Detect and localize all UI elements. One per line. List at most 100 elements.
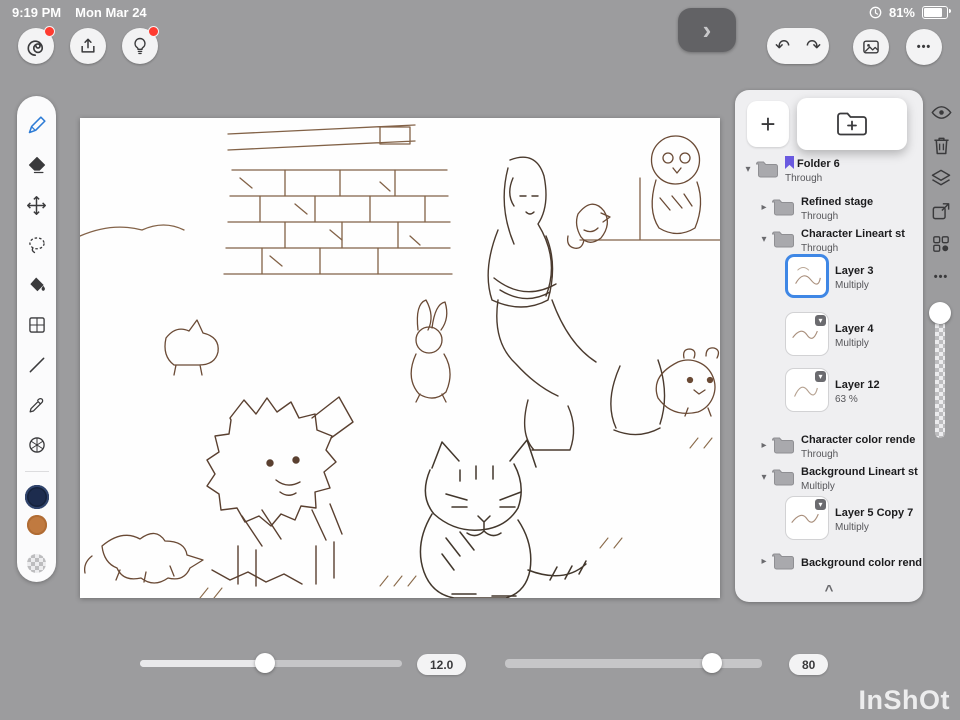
layer-row[interactable]: ▸ Refined stage Through bbox=[757, 192, 943, 223]
battery-percent: 81% bbox=[888, 4, 915, 20]
layer-thumbnail[interactable]: ▾ bbox=[785, 496, 829, 540]
lightbulb-icon bbox=[130, 36, 150, 56]
chevron-icon[interactable]: ▸ bbox=[757, 440, 771, 451]
tool-pen[interactable] bbox=[22, 105, 52, 145]
layer-name: Character Lineart st bbox=[801, 228, 905, 240]
tool-lasso[interactable] bbox=[22, 225, 52, 265]
undo-button[interactable]: ↶ bbox=[767, 36, 798, 57]
brush-library-button[interactable] bbox=[18, 26, 55, 64]
redo-button[interactable]: ↷ bbox=[798, 36, 829, 57]
layer-thumbnail[interactable]: ▾ bbox=[785, 368, 829, 412]
layer-row[interactable]: ▸ Background color rend bbox=[757, 552, 943, 571]
clock-icon bbox=[869, 6, 882, 19]
brush-size-value: 12.0 bbox=[417, 654, 467, 675]
transfer-layer-icon[interactable] bbox=[930, 201, 952, 221]
tool-move[interactable] bbox=[22, 185, 52, 225]
brush-size-knob[interactable] bbox=[255, 653, 275, 673]
inshot-watermark: InShOt bbox=[858, 685, 950, 715]
chevron-icon[interactable]: ▾ bbox=[757, 472, 771, 483]
folder-icon bbox=[771, 198, 795, 217]
chevron-icon[interactable]: ▸ bbox=[757, 202, 771, 213]
blend-mode: Multiply bbox=[835, 521, 869, 533]
layer-row[interactable]: ▾ Background Lineart st Multiply bbox=[757, 462, 943, 493]
add-folder-button[interactable] bbox=[797, 98, 907, 150]
status-time: 9:19 PM bbox=[12, 4, 62, 20]
visibility-eye-icon[interactable] bbox=[930, 102, 952, 122]
chevron-icon[interactable]: ▾ bbox=[757, 234, 771, 245]
clipping-badge-icon: ▾ bbox=[815, 371, 826, 382]
tips-button[interactable] bbox=[122, 26, 159, 64]
blend-mode: Through bbox=[801, 449, 839, 460]
layers-panel: + ▾ Folder 6 Through ▸ Refined stage Thr… bbox=[735, 90, 923, 602]
brush-opacity-knob[interactable] bbox=[702, 653, 722, 673]
brush-opacity-slider[interactable] bbox=[505, 659, 762, 668]
layer-name: Character color rende bbox=[801, 434, 916, 446]
layer-name: Layer 4 bbox=[835, 322, 874, 335]
scroll-up-chevron[interactable]: ^ bbox=[735, 582, 923, 599]
divider bbox=[24, 471, 49, 472]
layer-row[interactable]: ▾ Folder 6 Through bbox=[741, 154, 927, 185]
tool-eraser[interactable] bbox=[22, 145, 52, 185]
folder-tag-icon bbox=[785, 156, 794, 169]
layer-name: Background color rend bbox=[801, 556, 923, 569]
secondary-color-swatch[interactable] bbox=[26, 515, 47, 535]
folder-icon bbox=[771, 230, 795, 249]
plus-icon: + bbox=[760, 108, 776, 139]
tool-sidebar bbox=[17, 96, 56, 582]
tool-line[interactable] bbox=[22, 345, 52, 385]
layer-name: Refined stage bbox=[801, 196, 874, 208]
layer-opacity: 63 % bbox=[835, 393, 858, 405]
blend-mode: Multiply bbox=[835, 279, 869, 291]
layer-name: Background Lineart st bbox=[801, 466, 918, 478]
chevron-right-icon: › bbox=[702, 15, 712, 45]
layer-row[interactable]: ▸ Character color rende Through bbox=[757, 430, 943, 461]
layer-thumbnail[interactable]: ▾ bbox=[785, 312, 829, 356]
canvas-artwork bbox=[80, 124, 720, 598]
folder-icon bbox=[771, 436, 795, 455]
blend-mode: Multiply bbox=[835, 337, 869, 349]
status-date: Mon Mar 24 bbox=[75, 4, 147, 20]
panel-handle[interactable]: › bbox=[678, 8, 736, 52]
opacity-slider-track[interactable] bbox=[935, 316, 945, 438]
layer-opacity-slider[interactable] bbox=[928, 302, 952, 440]
layer-more-button[interactable]: ••• bbox=[930, 267, 952, 287]
layer-row[interactable]: ▾ Layer 5 Copy 7 Multiply bbox=[785, 496, 960, 540]
blend-mode: Through bbox=[801, 211, 839, 222]
folder-icon bbox=[771, 552, 795, 571]
export-button[interactable] bbox=[70, 28, 106, 64]
add-layer-button[interactable]: + bbox=[747, 101, 789, 147]
layer-name: Layer 3 bbox=[835, 264, 874, 277]
battery-icon bbox=[922, 5, 951, 19]
layer-row[interactable]: ▾ Character Lineart st Through bbox=[757, 224, 943, 255]
folder-icon bbox=[771, 468, 795, 487]
chevron-icon[interactable]: ▸ bbox=[757, 556, 771, 567]
layer-thumbnail[interactable] bbox=[785, 254, 829, 298]
tool-fill[interactable] bbox=[22, 265, 52, 305]
status-bar: 9:19 PM Mon Mar 24 81% bbox=[0, 0, 960, 24]
notification-dot bbox=[44, 26, 55, 37]
notification-dot bbox=[148, 26, 159, 37]
clipping-badge-icon: ▾ bbox=[815, 315, 826, 326]
tool-eyedropper[interactable] bbox=[22, 385, 52, 425]
clipping-badge-icon: ▾ bbox=[815, 499, 826, 510]
ellipsis-icon: ••• bbox=[916, 41, 932, 53]
tool-symmetry[interactable] bbox=[22, 425, 52, 465]
primary-color-swatch[interactable] bbox=[24, 485, 49, 509]
layer-name: Folder 6 bbox=[785, 156, 840, 170]
gallery-button[interactable] bbox=[853, 29, 889, 65]
drawing-canvas[interactable] bbox=[80, 118, 720, 598]
export-icon bbox=[78, 36, 98, 56]
transparent-color-swatch[interactable] bbox=[27, 554, 46, 573]
flatten-layers-icon[interactable] bbox=[930, 168, 952, 188]
folder-icon bbox=[755, 160, 779, 179]
blend-mode: Through bbox=[785, 173, 823, 184]
app-screen: 9:19 PM Mon Mar 24 81% › ↶ ↷ ••• + ▾ Fol… bbox=[0, 0, 960, 720]
layer-actions-rail: ••• bbox=[924, 102, 958, 287]
more-button[interactable]: ••• bbox=[906, 29, 942, 65]
delete-trash-icon[interactable] bbox=[930, 135, 952, 155]
chevron-icon[interactable]: ▾ bbox=[741, 164, 755, 175]
layer-name: Layer 12 bbox=[835, 378, 880, 391]
opacity-slider-knob[interactable] bbox=[929, 302, 951, 324]
tool-transform-grid[interactable] bbox=[22, 305, 52, 345]
effects-grid-icon[interactable] bbox=[930, 234, 952, 254]
